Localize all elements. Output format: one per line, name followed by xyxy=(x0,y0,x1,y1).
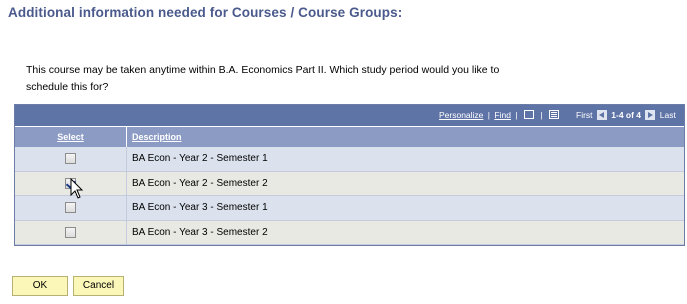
download-icon[interactable] xyxy=(548,110,559,119)
find-link[interactable]: Find xyxy=(494,110,511,120)
grid-nav-bar: Personalize | Find | | First 1-4 of 4 La… xyxy=(15,105,684,126)
description-column-header[interactable]: Description xyxy=(132,127,182,147)
study-period-grid: Personalize | Find | | First 1-4 of 4 La… xyxy=(14,104,685,246)
description-cell: BA Econ - Year 3 - Semester 1 xyxy=(132,202,268,213)
table-row: BA Econ - Year 2 - Semester 2 xyxy=(15,171,684,196)
select-cell xyxy=(15,171,127,195)
instructions-line-2: schedule this for? xyxy=(26,81,109,93)
last-label[interactable]: Last xyxy=(660,110,676,120)
select-checkbox[interactable] xyxy=(65,153,76,164)
table-row: BA Econ - Year 3 - Semester 1 xyxy=(15,196,684,221)
row-count: 1-4 of 4 xyxy=(611,110,642,120)
select-checkbox[interactable] xyxy=(65,177,76,189)
select-checkbox[interactable] xyxy=(65,202,76,213)
select-cell xyxy=(15,220,127,244)
page-title: Additional information needed for Course… xyxy=(8,5,403,20)
nav-separator: | xyxy=(540,110,543,120)
first-label[interactable]: First xyxy=(576,110,593,120)
next-page-icon[interactable] xyxy=(645,110,656,120)
description-cell: BA Econ - Year 3 - Semester 2 xyxy=(132,226,268,238)
previous-page-icon[interactable] xyxy=(596,110,607,120)
grid-pager: First 1-4 of 4 Last xyxy=(576,110,676,120)
description-cell: BA Econ - Year 2 - Semester 1 xyxy=(132,153,268,164)
select-checkbox[interactable] xyxy=(65,226,76,238)
select-column-header[interactable]: Select xyxy=(15,127,127,147)
select-cell xyxy=(15,196,127,220)
cancel-button[interactable]: Cancel xyxy=(73,276,124,296)
personalize-link[interactable]: Personalize xyxy=(439,110,483,120)
grid-nav-links: Personalize | Find | | xyxy=(439,110,561,120)
description-cell: BA Econ - Year 2 - Semester 2 xyxy=(132,177,268,189)
table-row: BA Econ - Year 3 - Semester 2 xyxy=(15,220,684,245)
instructions: This course may be taken anytime within … xyxy=(26,62,546,96)
nav-separator: | xyxy=(515,110,518,120)
grid-rows: BA Econ - Year 2 - Semester 1 BA Econ - … xyxy=(15,147,684,245)
grid-header-row: Select Description xyxy=(15,126,684,147)
nav-separator: | xyxy=(487,110,491,120)
table-row: BA Econ - Year 2 - Semester 1 xyxy=(15,147,684,172)
ok-button[interactable]: OK xyxy=(12,276,68,296)
view-all-icon[interactable] xyxy=(523,110,534,119)
select-cell xyxy=(15,147,127,171)
instructions-line-1: This course may be taken anytime within … xyxy=(26,64,500,76)
